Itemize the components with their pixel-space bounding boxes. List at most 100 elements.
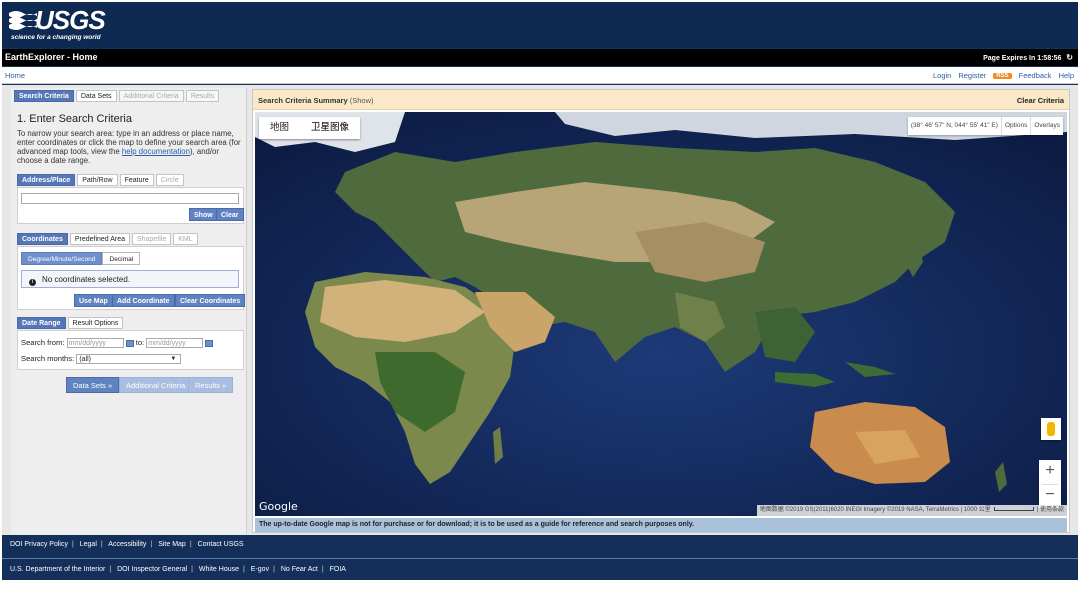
mode-decimal-button[interactable]: Decimal: [102, 252, 141, 265]
satellite-map[interactable]: 地图 卫星图像 (38° 46' 57" N, 044° 55' 41" E) …: [255, 112, 1067, 516]
page-title: EarthExplorer - Home: [5, 52, 98, 62]
map-type-map-button[interactable]: 地图: [259, 117, 300, 139]
tab-path-row[interactable]: Path/Row: [77, 174, 118, 186]
nav-bar: Home Login Register RSS Feedback Help: [2, 67, 1078, 84]
footer-doi-link[interactable]: U.S. Department of the Interior: [10, 566, 105, 573]
calendar-icon[interactable]: [205, 339, 214, 347]
map-toolbar: (38° 46' 57" N, 044° 55' 41" E) Options …: [907, 117, 1063, 135]
logo-text: USGS: [35, 5, 106, 35]
cursor-coordinates: (38° 46' 57" N, 044° 55' 41" E): [908, 117, 1002, 135]
months-row: Search months: (all) ▼: [21, 354, 182, 364]
nav-feedback-link[interactable]: Feedback: [1019, 71, 1052, 80]
address-box: Show Clear: [17, 187, 244, 224]
header-banner: USGS science for a changing world: [2, 2, 1078, 48]
tab-data-sets[interactable]: Data Sets: [75, 90, 117, 102]
nav-home-link[interactable]: Home: [5, 71, 25, 80]
nav-register-link[interactable]: Register: [958, 71, 986, 80]
months-select[interactable]: (all) ▼: [76, 354, 182, 364]
tab-address-place[interactable]: Address/Place: [17, 174, 76, 186]
tab-coordinates[interactable]: Coordinates: [17, 233, 68, 245]
footer-ig-link[interactable]: DOI Inspector General: [117, 566, 187, 573]
expiry-text: Page Expires In 1:58:56: [983, 55, 1062, 62]
map-type-satellite-button[interactable]: 卫星图像: [300, 117, 360, 139]
session-expiry: Page Expires In 1:58:56 ↻: [983, 53, 1073, 62]
additional-criteria-next-button[interactable]: Additional Criteria »: [119, 377, 199, 393]
no-coordinates-notice: i No coordinates selected.: [21, 270, 239, 288]
coordinate-format-toggle: Degree/Minute/Second Decimal: [21, 252, 141, 265]
footer-links-secondary: U.S. Department of the Interior | DOI Ins…: [2, 560, 1078, 580]
footer-egov-link[interactable]: E-gov: [251, 566, 269, 573]
results-next-button[interactable]: Results »: [188, 377, 234, 393]
tab-search-criteria[interactable]: Search Criteria: [14, 90, 74, 102]
mode-dms-button[interactable]: Degree/Minute/Second: [21, 252, 103, 265]
search-panel: Search Criteria Data Sets Additional Cri…: [11, 88, 247, 534]
zoom-in-button[interactable]: +: [1039, 460, 1061, 484]
tab-results[interactable]: Results: [185, 90, 220, 102]
satellite-imagery: [255, 112, 1067, 516]
tab-result-options[interactable]: Result Options: [67, 317, 124, 329]
date-from-input[interactable]: mm/dd/yyyy: [66, 338, 124, 348]
search-months-label: Search months:: [21, 354, 75, 363]
scale-label: 1000 公里: [963, 507, 991, 513]
rss-icon[interactable]: RSS: [993, 72, 1012, 79]
date-tabs: Date Range Result Options: [17, 317, 124, 329]
date-range-row: Search from: mm/dd/yyyy to: mm/dd/yyyy: [21, 338, 214, 348]
data-sets-next-button[interactable]: Data Sets »: [66, 377, 120, 393]
summary-label: Search Criteria Summary: [258, 96, 348, 105]
page-frame: USGS science for a changing world EarthE…: [2, 2, 1078, 580]
map-type-control: 地图 卫星图像: [259, 117, 361, 139]
date-to-input[interactable]: mm/dd/yyyy: [146, 338, 204, 348]
nav-login-link[interactable]: Login: [933, 71, 951, 80]
tab-predefined-area[interactable]: Predefined Area: [69, 233, 131, 245]
usgs-wave-icon: [9, 11, 37, 30]
clear-criteria-link[interactable]: Clear Criteria: [1017, 96, 1064, 105]
footer-privacy-link[interactable]: DOI Privacy Policy: [10, 541, 68, 548]
summary-show-toggle[interactable]: (Show): [350, 96, 374, 105]
tab-shapefile[interactable]: Shapefile: [132, 233, 172, 245]
footer-links-primary: DOI Privacy Policy | Legal | Accessibility…: [2, 535, 1078, 559]
footer-legal-link[interactable]: Legal: [80, 541, 97, 548]
map-panel: Search Criteria Summary (Show) Clear Cri…: [252, 89, 1070, 533]
help-documentation-link[interactable]: help documentation: [122, 147, 190, 156]
clear-address-button[interactable]: Clear: [216, 208, 244, 221]
footer-foia-link[interactable]: FOIA: [330, 566, 346, 573]
attribution-text: 地图数据 ©2019 GS(2011)6020 INEGI Imagery ©2…: [759, 507, 959, 513]
tab-additional-criteria[interactable]: Additional Criteria: [118, 90, 184, 102]
map-options-button[interactable]: Options: [1002, 117, 1032, 135]
map-overlays-button[interactable]: Overlays: [1031, 117, 1063, 135]
nav-help-link[interactable]: Help: [1059, 71, 1074, 80]
footer-whitehouse-link[interactable]: White House: [199, 566, 239, 573]
search-instructions: To narrow your search area: type in an a…: [17, 129, 241, 165]
add-coordinate-button[interactable]: Add Coordinate: [112, 294, 175, 307]
coordinates-box: Degree/Minute/Second Decimal i No coordin…: [17, 246, 246, 310]
address-input[interactable]: [21, 193, 239, 204]
location-tabs: Address/Place Path/Row Feature Circle: [17, 174, 184, 186]
map-attribution: 地图数据 ©2019 GS(2011)6020 INEGI Imagery ©2…: [756, 505, 1067, 516]
info-icon: i: [29, 279, 36, 286]
calendar-icon[interactable]: [125, 339, 134, 347]
search-heading: 1. Enter Search Criteria: [17, 113, 132, 125]
show-button[interactable]: Show: [189, 208, 218, 221]
footer-contact-link[interactable]: Contact USGS: [198, 541, 244, 548]
summary-title: Search Criteria Summary (Show): [258, 96, 374, 105]
use-map-button[interactable]: Use Map: [74, 294, 113, 307]
tab-circle[interactable]: Circle: [155, 174, 184, 186]
nav-right: Login Register RSS Feedback Help: [933, 71, 1074, 80]
title-bar: EarthExplorer - Home Page Expires In 1:5…: [2, 49, 1078, 66]
clear-coordinates-button[interactable]: Clear Coordinates: [175, 294, 246, 307]
terms-link[interactable]: 使用条款: [1040, 507, 1064, 513]
footer-sitemap-link[interactable]: Site Map: [158, 541, 186, 548]
footer-accessibility-link[interactable]: Accessibility: [108, 541, 146, 548]
footer-nofear-link[interactable]: No Fear Act: [281, 566, 318, 573]
map-disclaimer: The up-to-date Google map is not for pur…: [255, 518, 1067, 532]
usgs-logo[interactable]: USGS science for a changing world: [9, 5, 109, 45]
pegman-icon[interactable]: [1041, 418, 1061, 440]
refresh-icon[interactable]: ↻: [1066, 53, 1073, 62]
tab-date-range[interactable]: Date Range: [17, 317, 66, 329]
zoom-control: + −: [1039, 460, 1061, 508]
tab-feature[interactable]: Feature: [119, 174, 154, 186]
to-label: to:: [135, 338, 145, 347]
chevron-down-icon: ▼: [170, 356, 177, 362]
main-area: Search Criteria Data Sets Additional Cri…: [2, 85, 1078, 535]
tab-kml[interactable]: KML: [173, 233, 198, 245]
